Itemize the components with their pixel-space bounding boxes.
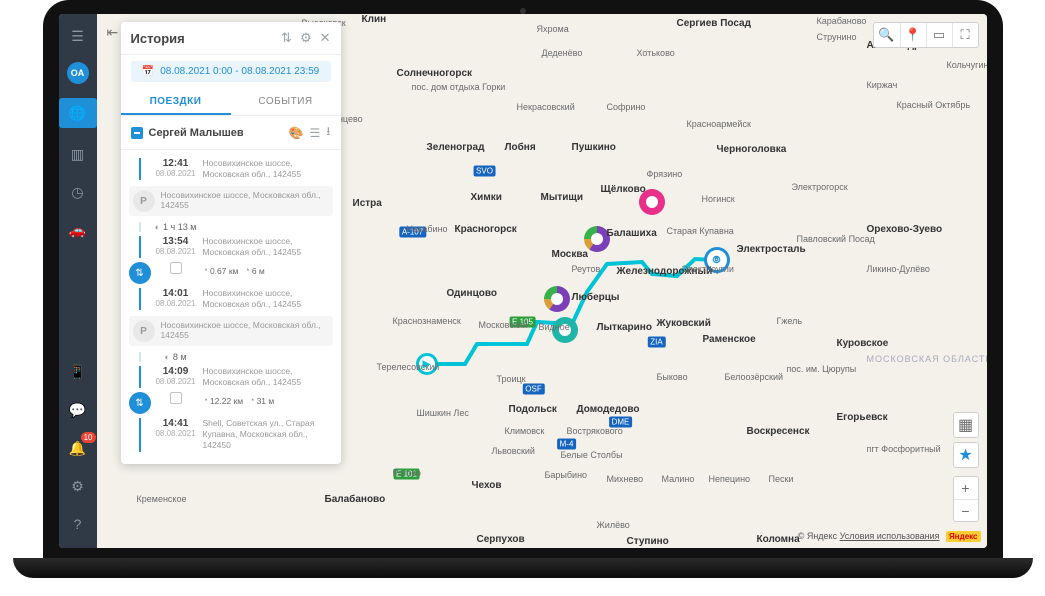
date-range-text: 08.08.2021 0:00 - 08.08.2021 23:59 xyxy=(160,66,319,77)
road-badge-m4: М-4 xyxy=(557,439,577,450)
filter-icon[interactable]: ⇅ xyxy=(281,30,292,46)
trip-duration: 31 м xyxy=(249,395,274,407)
rectangle-select-icon[interactable]: ▭ xyxy=(926,23,952,47)
parking-duration: 1 ч 13 м xyxy=(153,222,199,232)
route-segment-icon[interactable]: ⇅ xyxy=(129,262,151,284)
calendar-icon: 📅 xyxy=(142,66,154,77)
panel-title: История xyxy=(131,31,274,46)
trip-time: 14:01 xyxy=(153,288,199,299)
road-badge-e105: E 105 xyxy=(509,317,536,328)
nav-stats-icon[interactable]: ▥ xyxy=(66,142,90,166)
airport-zia: ZIA xyxy=(647,337,665,348)
map-toolbar: 🔍 📍 ▭ ⛶ xyxy=(873,22,979,48)
nav-car-icon[interactable]: 🚗 xyxy=(66,218,90,242)
trip-time: 13:54 xyxy=(153,236,199,247)
parking-block[interactable]: P Носовихинское шоссе, Московская обл., … xyxy=(129,316,333,346)
settings-icon[interactable]: ⚙ xyxy=(66,474,90,498)
driver-name: Сергей Малышев xyxy=(149,127,283,139)
parking-address: Носовихинское шоссе, Московская обл., 14… xyxy=(161,190,329,210)
favorites-icon[interactable]: ★ xyxy=(953,442,979,468)
panel-collapse-icon[interactable]: ⇤ xyxy=(107,24,119,41)
airport-dme: DME xyxy=(609,417,633,428)
trip-address: Носовихинское шоссе, Московская обл., 14… xyxy=(199,288,335,310)
nav-globe-icon[interactable]: 🌐 xyxy=(59,98,97,128)
zoom-out-button[interactable]: − xyxy=(954,499,978,521)
trip-time: 14:09 xyxy=(153,366,199,377)
list-icon[interactable]: ☰ xyxy=(310,126,321,140)
map-attribution: © Яндекс Условия использования Яндекс xyxy=(798,531,981,542)
parking-icon: P xyxy=(133,320,155,342)
trip-time: 12:41 xyxy=(153,158,199,169)
airport-osf: OSF xyxy=(522,384,544,395)
trip-date: 08.08.2021 xyxy=(153,377,199,386)
history-panel: История ⇅ ⚙ ✕ 📅 08.08.2021 0:00 - 08.08.… xyxy=(121,22,341,464)
menu-toggle-icon[interactable]: ☰ xyxy=(66,24,90,48)
parking-icon: P xyxy=(133,190,155,212)
trip-date: 08.08.2021 xyxy=(153,169,199,178)
zoom-in-button[interactable]: + xyxy=(954,477,978,499)
avatar-initials: OA xyxy=(71,68,85,78)
trip-date: 08.08.2021 xyxy=(153,247,199,256)
trip-address: Носовихинское шоссе, Московская обл., 14… xyxy=(199,236,335,258)
help-icon[interactable]: ? xyxy=(66,512,90,536)
layers-icon[interactable]: ▦ xyxy=(953,412,979,438)
driver-checkbox[interactable] xyxy=(131,127,143,139)
road-badge-e101: E 101 xyxy=(393,469,420,480)
trip-timeline: 12:41 08.08.2021 Носовихинское шоссе, Мо… xyxy=(121,150,341,464)
yandex-logo: Яндекс xyxy=(946,531,980,542)
cluster-marker-3[interactable] xyxy=(544,286,570,312)
segment-checkbox[interactable] xyxy=(170,262,182,274)
download-icon[interactable]: ⭳ xyxy=(326,122,330,143)
chat-icon[interactable]: 💬 xyxy=(66,398,90,422)
trip-address: Shell, Советская ул., Старая Купавна, Мо… xyxy=(199,418,335,451)
segment-checkbox[interactable] xyxy=(170,392,182,404)
cluster-marker-1[interactable] xyxy=(584,226,610,252)
trip-address: Носовихинское шоссе, Московская обл., 14… xyxy=(199,366,335,388)
notification-badge: 10 xyxy=(81,432,96,443)
tab-trips[interactable]: ПОЕЗДКИ xyxy=(121,90,231,115)
trip-time: 14:41 xyxy=(153,418,199,429)
close-icon[interactable]: ✕ xyxy=(320,30,331,46)
marker-icon[interactable]: 📍 xyxy=(900,23,926,47)
trip-date: 08.08.2021 xyxy=(153,299,199,308)
gear-icon[interactable]: ⚙ xyxy=(300,30,312,46)
trip-distance: 0.67 км xyxy=(203,265,239,277)
search-icon[interactable]: 🔍 xyxy=(874,23,900,47)
road-badge-a107: А-107 xyxy=(399,227,426,238)
trip-duration: 6 м xyxy=(244,265,264,277)
route-finish-marker[interactable]: ⦾ xyxy=(704,247,730,273)
date-range-button[interactable]: 📅 08.08.2021 0:00 - 08.08.2021 23:59 xyxy=(131,61,331,82)
parking-address: Носовихинское шоссе, Московская обл., 14… xyxy=(161,320,329,340)
cluster-marker-4[interactable] xyxy=(552,317,578,343)
airport-svo: SVO xyxy=(473,166,496,177)
palette-icon[interactable]: 🎨 xyxy=(289,126,304,140)
route-start-marker[interactable]: ▶ xyxy=(416,353,438,375)
attrib-prefix: © Яндекс xyxy=(798,531,840,541)
route-segment-icon[interactable]: ⇅ xyxy=(129,392,151,414)
cluster-marker-2[interactable] xyxy=(639,189,665,215)
terms-link[interactable]: Условия использования xyxy=(840,531,940,541)
zoom-control: + − xyxy=(953,476,979,522)
phone-icon[interactable]: 📱 xyxy=(66,360,90,384)
trip-distance: 12.22 км xyxy=(203,395,244,407)
trip-address: Носовихинское шоссе, Московская обл., 14… xyxy=(199,158,335,180)
parking-duration: 8 м xyxy=(153,352,199,362)
tab-events[interactable]: СОБЫТИЯ xyxy=(231,90,341,115)
nav-clock-icon[interactable]: ◷ xyxy=(66,180,90,204)
parking-block[interactable]: P Носовихинское шоссе, Московская обл., … xyxy=(129,186,333,216)
notifications-icon[interactable]: 🔔10 xyxy=(66,436,90,460)
left-rail: ☰ OA 🌐 ▥ ◷ 🚗 📱 💬 🔔10 ⚙ ? xyxy=(59,14,97,548)
user-avatar[interactable]: OA xyxy=(67,62,89,84)
trip-date: 08.08.2021 xyxy=(153,429,199,438)
fullscreen-icon[interactable]: ⛶ xyxy=(952,23,978,47)
